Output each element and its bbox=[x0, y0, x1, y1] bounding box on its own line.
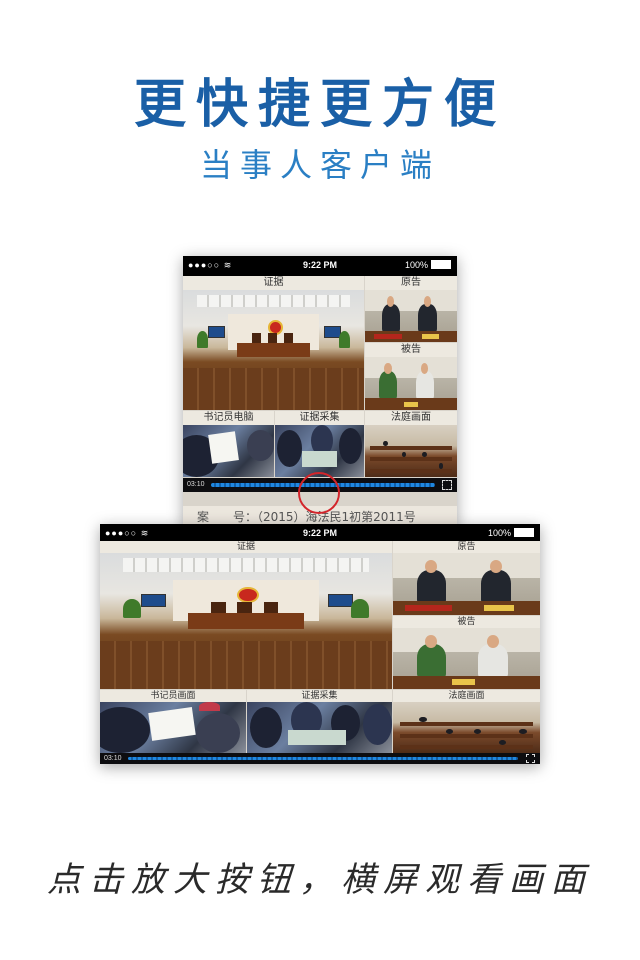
battery-icon: 100% bbox=[488, 528, 534, 538]
panel-label-plaintiff: 原告 bbox=[365, 276, 457, 290]
panel-label-defendant: 被告 bbox=[365, 343, 457, 357]
panel-label-evidence: 证据 bbox=[183, 276, 364, 290]
landscape-phone-screenshot: ●●●○○ ≋ 9:22 PM 100% 证据 原告 被告 书记员画面 证据采集… bbox=[100, 524, 540, 764]
panel-label-defendant: 被告 bbox=[393, 616, 540, 628]
panel-label-plaintiff: 原告 bbox=[393, 541, 540, 553]
highlight-ring bbox=[298, 472, 340, 514]
headline: 更快捷更方便 bbox=[133, 75, 506, 135]
court-view-panel[interactable]: 法庭画面 bbox=[365, 411, 457, 477]
status-bar: ●●●○○ ≋ 9:22 PM 100% bbox=[100, 524, 540, 541]
battery-icon: 100% bbox=[405, 260, 451, 270]
playback-time: 03:10 bbox=[187, 481, 205, 488]
playback-time: 03:10 bbox=[104, 755, 122, 762]
defendant-panel[interactable]: 被告 bbox=[365, 343, 457, 410]
evidence-collection-panel[interactable]: 证据采集 bbox=[275, 411, 364, 477]
fullscreen-icon[interactable] bbox=[442, 480, 452, 490]
panel-label-clerk: 书记员电脑 bbox=[183, 411, 274, 425]
evidence-panel[interactable]: 证据 bbox=[100, 541, 392, 689]
video-player-bar: 03:10 bbox=[100, 753, 540, 764]
panel-label-court: 法庭画面 bbox=[393, 690, 540, 702]
panel-label-collection: 证据采集 bbox=[247, 690, 392, 702]
fullscreen-icon[interactable] bbox=[526, 754, 535, 763]
panel-label-evidence: 证据 bbox=[100, 541, 392, 553]
evidence-panel[interactable]: 证据 bbox=[183, 276, 364, 410]
progress-bar[interactable] bbox=[128, 757, 518, 760]
subheadline: 当事人客户端 bbox=[199, 146, 440, 184]
court-view-panel[interactable]: 法庭画面 bbox=[393, 690, 540, 753]
panel-label-collection: 证据采集 bbox=[275, 411, 364, 425]
status-bar: ●●●○○ ≋ 9:22 PM 100% bbox=[183, 256, 457, 276]
caption: 点击放大按钮，横屏观看画面 bbox=[47, 860, 593, 900]
panel-label-clerk: 书记员画面 bbox=[100, 690, 246, 702]
plaintiff-panel[interactable]: 原告 bbox=[393, 541, 540, 615]
defendant-panel[interactable]: 被告 bbox=[393, 616, 540, 689]
evidence-collection-panel[interactable]: 证据采集 bbox=[247, 690, 392, 753]
clerk-panel[interactable]: 书记员电脑 bbox=[183, 411, 274, 477]
plaintiff-panel[interactable]: 原告 bbox=[365, 276, 457, 342]
status-time: 9:22 PM bbox=[302, 528, 337, 538]
clerk-panel[interactable]: 书记员画面 bbox=[100, 690, 246, 753]
panel-label-court: 法庭画面 bbox=[365, 411, 457, 425]
